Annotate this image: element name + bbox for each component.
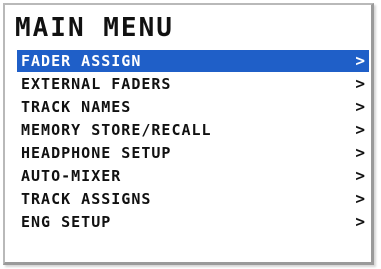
menu-item-external-faders[interactable]: EXTERNAL FADERS > (17, 73, 369, 95)
chevron-right-icon: > (355, 51, 366, 70)
menu-item-memory-store-recall[interactable]: MEMORY STORE/RECALL > (17, 119, 369, 141)
menu-item-label: AUTO-MIXER (21, 167, 122, 185)
chevron-right-icon: > (355, 166, 366, 185)
menu-item-label: TRACK ASSIGNS (21, 190, 152, 208)
menu-item-label: FADER ASSIGN (21, 52, 142, 70)
menu-item-track-assigns[interactable]: TRACK ASSIGNS > (17, 188, 369, 210)
menu-item-headphone-setup[interactable]: HEADPHONE SETUP > (17, 142, 369, 164)
menu-item-label: TRACK NAMES (21, 98, 132, 116)
chevron-right-icon: > (355, 120, 366, 139)
menu-item-auto-mixer[interactable]: AUTO-MIXER > (17, 165, 369, 187)
chevron-right-icon: > (355, 143, 366, 162)
menu-item-label: ENG SETUP (21, 213, 112, 231)
chevron-right-icon: > (355, 189, 366, 208)
menu-item-eng-setup[interactable]: ENG SETUP > (17, 211, 369, 233)
chevron-right-icon: > (355, 212, 366, 231)
menu-item-label: HEADPHONE SETUP (21, 144, 172, 162)
menu-title: MAIN MENU (15, 13, 174, 43)
chevron-right-icon: > (355, 74, 366, 93)
chevron-right-icon: > (355, 97, 366, 116)
menu-item-fader-assign[interactable]: FADER ASSIGN > (17, 50, 369, 72)
menu-item-label: EXTERNAL FADERS (21, 75, 172, 93)
menu-item-label: MEMORY STORE/RECALL (21, 121, 212, 139)
menu-item-track-names[interactable]: TRACK NAMES > (17, 96, 369, 118)
main-menu-screen: MAIN MENU FADER ASSIGN > EXTERNAL FADERS… (3, 3, 374, 265)
menu-list: FADER ASSIGN > EXTERNAL FADERS > TRACK N… (17, 50, 369, 234)
